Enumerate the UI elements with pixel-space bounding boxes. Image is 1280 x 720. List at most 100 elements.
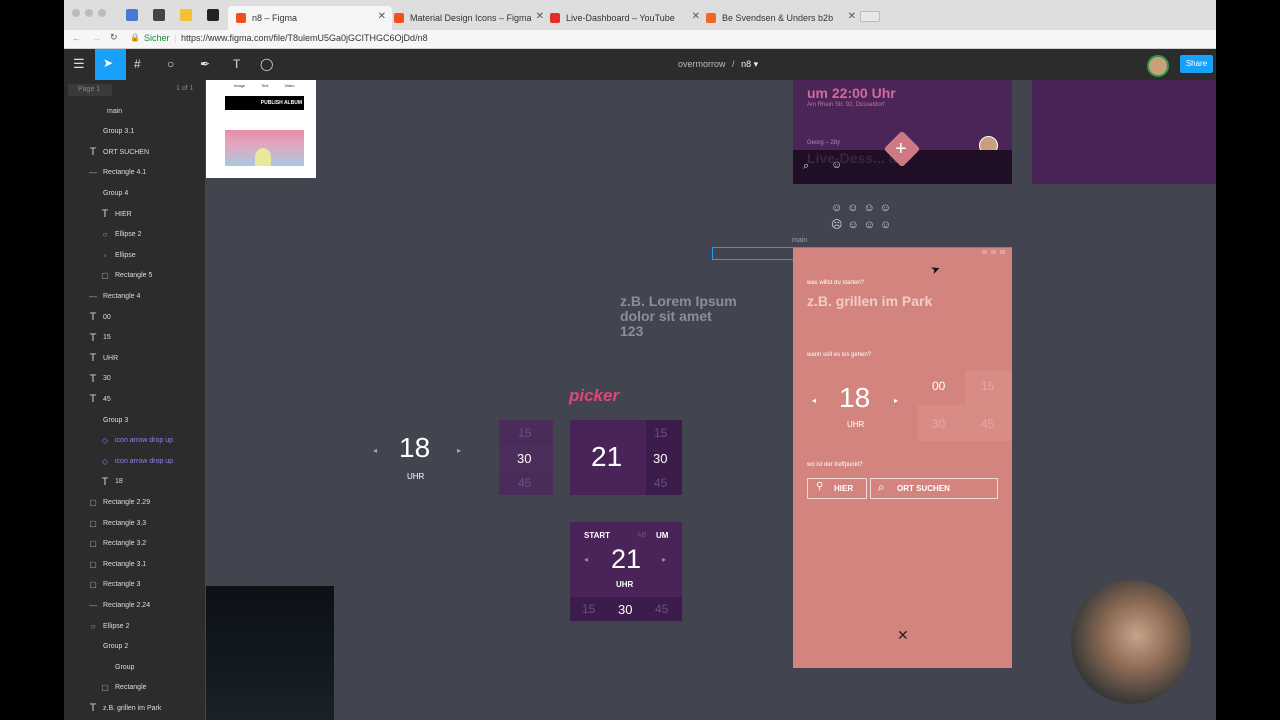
- layer-row[interactable]: Group 3.1: [88, 125, 134, 139]
- layer-row[interactable]: ○ Ellipse 2: [100, 228, 142, 242]
- here-button[interactable]: ⚲ HIER: [807, 478, 867, 499]
- tab-material-icons[interactable]: Material Design Icons – Figma ✕: [386, 6, 550, 30]
- grin-face-icon[interactable]: ☺: [880, 202, 896, 214]
- pinned-tab-mail-icon[interactable]: [126, 9, 138, 21]
- layer-row[interactable]: T UHR: [88, 351, 119, 365]
- pinned-tab-trello-icon[interactable]: [207, 9, 219, 21]
- frame-tool-icon[interactable]: #: [134, 57, 141, 71]
- main-frame[interactable]: was willst du starten? z.B. grillen im P…: [793, 248, 1012, 668]
- figma-canvas[interactable]: Image Text Video PUBLISH ALBUM um 22:00 …: [205, 80, 1216, 720]
- minute-option[interactable]: 15: [582, 602, 595, 616]
- project-name[interactable]: overmorrow: [678, 59, 726, 69]
- chevron-down-icon[interactable]: ▾: [754, 59, 759, 69]
- time-picker-21[interactable]: 21 15 30 45: [570, 420, 682, 495]
- start-label[interactable]: START: [584, 531, 610, 540]
- minutes-column[interactable]: 15 30 45: [499, 420, 553, 495]
- pinned-tab-hash-icon[interactable]: [153, 9, 165, 21]
- layer-row[interactable]: ▢ Rectangle 3.2: [88, 537, 146, 551]
- minute-option[interactable]: 45: [655, 602, 668, 616]
- arrow-right-icon[interactable]: ▸: [662, 555, 666, 564]
- layer-row[interactable]: ▢ Rectangle 3.3: [88, 516, 146, 530]
- new-tab-button[interactable]: [860, 11, 880, 22]
- arrow-left-icon[interactable]: ◂: [584, 555, 588, 564]
- back-arrow-icon[interactable]: ←: [72, 33, 81, 43]
- minute-selected[interactable]: 30: [618, 602, 632, 617]
- file-name[interactable]: n8: [741, 59, 751, 69]
- what-input[interactable]: z.B. grillen im Park: [807, 293, 932, 309]
- ab-label[interactable]: AB: [637, 532, 646, 539]
- close-icon[interactable]: ✕: [897, 627, 909, 644]
- layer-row[interactable]: T 45: [88, 392, 111, 406]
- layer-row[interactable]: ◇ icon arrow drop up: [100, 434, 173, 448]
- album-thumbnail-frame[interactable]: Image Text Video PUBLISH ALBUM: [206, 80, 316, 178]
- share-button[interactable]: Share: [1180, 55, 1213, 73]
- tab-figma-n8[interactable]: n8 – Figma ✕: [228, 6, 392, 30]
- layer-row[interactable]: T ORT SUCHEN: [88, 145, 149, 159]
- arrow-right-icon[interactable]: ▸: [894, 396, 898, 405]
- layer-row[interactable]: ◇ icon arrow drop up: [100, 454, 173, 468]
- minute-option[interactable]: 15: [654, 426, 667, 440]
- search-location-input[interactable]: ⌕ ORT SUCHEN: [870, 478, 998, 499]
- hamburger-menu-icon[interactable]: ☰: [73, 56, 85, 72]
- event-card[interactable]: um 22:00 Uhr Am Rhein Str. 92, Düsseldor…: [793, 80, 1012, 184]
- arrow-left-icon[interactable]: ◂: [373, 446, 377, 455]
- frame-label[interactable]: main: [792, 237, 807, 244]
- layer-row[interactable]: ▢ Rectangle 5: [100, 269, 152, 283]
- layer-row[interactable]: main: [92, 104, 122, 118]
- layer-row[interactable]: ○ Ellipse 2: [88, 619, 130, 633]
- window-max-dot[interactable]: [98, 9, 106, 17]
- forward-arrow-icon[interactable]: →: [92, 33, 101, 43]
- wink-face-icon[interactable]: ☺: [863, 202, 879, 214]
- layer-row[interactable]: T 30: [88, 372, 111, 386]
- um-label[interactable]: UM: [656, 531, 668, 540]
- surprised-face-icon[interactable]: ☺: [880, 219, 896, 231]
- comment-tool-icon[interactable]: ◯: [260, 57, 273, 71]
- layer-row[interactable]: T 18: [100, 475, 123, 489]
- minute-option[interactable]: 15: [518, 426, 531, 440]
- layer-row[interactable]: Group 2: [88, 640, 128, 654]
- layer-row[interactable]: ▢ Rectangle 3: [88, 578, 140, 592]
- minute-option[interactable]: 45: [518, 476, 531, 490]
- smiley-icon[interactable]: ☺: [831, 159, 842, 171]
- minute-option[interactable]: 45: [654, 476, 667, 490]
- layer-row[interactable]: ▢ Rectangle: [100, 681, 146, 695]
- layer-row[interactable]: ▢ Rectangle 2.29: [88, 495, 150, 509]
- window-close-dot[interactable]: [72, 9, 80, 17]
- layer-row[interactable]: — Rectangle 4: [88, 289, 140, 303]
- sad-face-icon[interactable]: ☹: [831, 219, 847, 231]
- picker-label[interactable]: picker: [569, 386, 619, 406]
- arrow-left-icon[interactable]: ◂: [812, 396, 816, 405]
- tab-youtube[interactable]: Live-Dashboard – YouTube ✕: [542, 6, 706, 30]
- minute-45[interactable]: 45: [981, 417, 994, 431]
- arrow-right-icon[interactable]: ▸: [457, 446, 461, 455]
- layer-row[interactable]: Group: [100, 660, 134, 674]
- move-tool-button[interactable]: ➤: [95, 49, 126, 80]
- night-sky-image[interactable]: [206, 586, 334, 720]
- cool-face-icon[interactable]: ☺: [864, 219, 880, 231]
- layer-row[interactable]: Group 4: [88, 186, 128, 200]
- happy-face-icon[interactable]: ☺: [847, 202, 863, 214]
- second-card-frame[interactable]: [1032, 80, 1216, 184]
- tab-close-icon[interactable]: ✕: [848, 11, 856, 22]
- minute-00[interactable]: 00: [932, 379, 945, 393]
- tab-close-icon[interactable]: ✕: [378, 11, 386, 22]
- layer-row[interactable]: T 00: [88, 310, 111, 324]
- avatar[interactable]: [1147, 55, 1169, 77]
- start-time-picker[interactable]: START AB UM ◂ 21 ▸ UHR 15 30 45: [570, 522, 682, 621]
- hour-picker-plain[interactable]: ◂ 18 ▸ UHR: [335, 416, 495, 496]
- layer-row[interactable]: T HIER: [100, 207, 132, 221]
- layer-row[interactable]: Group 3: [88, 413, 128, 427]
- url-input[interactable]: https://www.figma.com/file/T8ulemU5Ga0jG…: [181, 33, 428, 43]
- layer-row[interactable]: Tz.B. grillen im Park: [88, 701, 162, 715]
- tab-svendsen[interactable]: Be Svendsen & Unders b2b ✕: [698, 6, 862, 30]
- minute-selected[interactable]: 30: [517, 451, 531, 466]
- layer-row[interactable]: — Rectangle 4.1: [88, 166, 146, 180]
- shape-tool-icon[interactable]: ○: [167, 57, 174, 71]
- minute-30[interactable]: 30: [932, 417, 945, 431]
- page-selector[interactable]: Page 1: [68, 84, 112, 96]
- layer-row[interactable]: ◦ Ellipse: [100, 248, 136, 262]
- minute-15[interactable]: 15: [981, 379, 994, 393]
- minute-selected[interactable]: 30: [653, 451, 667, 466]
- window-min-dot[interactable]: [85, 9, 93, 17]
- text-tool-icon[interactable]: T: [233, 57, 240, 71]
